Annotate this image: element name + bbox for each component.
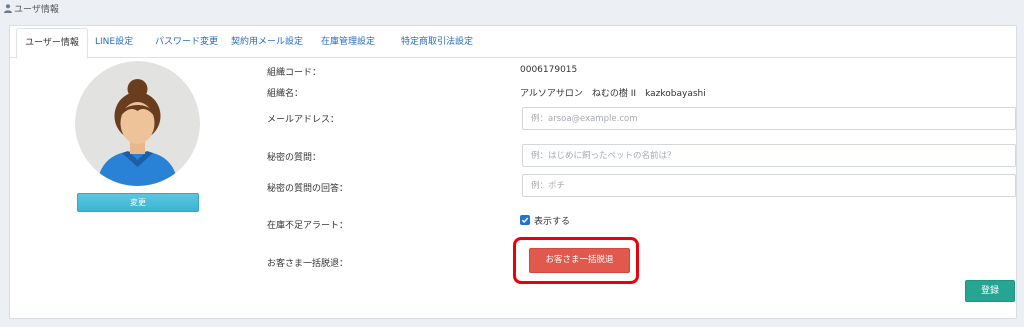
user-info-panel: ユーザー情報 LINE設定 パスワード変更 契約用メール設定 在庫管理設定 特定… (9, 25, 1017, 319)
stock-alert-checkbox[interactable] (520, 215, 530, 225)
tab-line-settings[interactable]: LINE設定 (95, 26, 133, 58)
org-name-label: 組織名： (267, 89, 304, 99)
tab-password-change[interactable]: パスワード変更 (155, 26, 218, 58)
checkmark-icon (521, 217, 529, 224)
user-icon (4, 3, 12, 13)
register-button[interactable]: 登録 (965, 280, 1015, 302)
email-label: メールアドレス： (267, 115, 340, 125)
bulk-withdraw-button[interactable]: お客さま一括脱退 (529, 248, 630, 273)
org-name-value: アルソアサロン ねむの樹 II kazkobayashi (520, 89, 706, 99)
tab-bar: ユーザー情報 LINE設定 パスワード変更 契約用メール設定 在庫管理設定 特定… (10, 26, 1016, 59)
stock-alert-checkbox-label[interactable]: 表示する (534, 214, 570, 227)
secret-question-field[interactable] (522, 144, 1016, 167)
tab-inventory-settings[interactable]: 在庫管理設定 (321, 26, 375, 58)
email-field[interactable] (522, 107, 1016, 130)
secret-question-label: 秘密の質問： (267, 153, 322, 163)
secret-answer-label: 秘密の質問の回答： (267, 184, 349, 194)
org-code-value: 0006179015 (520, 65, 578, 75)
tab-user-info[interactable]: ユーザー情報 (16, 28, 88, 59)
tab-commerce-law[interactable]: 特定商取引法設定 (401, 26, 473, 58)
avatar-icon (75, 61, 200, 186)
secret-answer-field[interactable] (522, 174, 1016, 197)
bulk-withdraw-label: お客さま一括脱退： (267, 259, 349, 269)
change-avatar-button[interactable]: 変更 (77, 193, 199, 212)
page-header: ユーザ情報 (0, 0, 1024, 16)
stock-alert-label: 在庫不足アラート： (267, 221, 349, 231)
org-code-label: 組織コード： (267, 68, 322, 78)
tab-contract-email[interactable]: 契約用メール設定 (231, 26, 303, 58)
page-title: ユーザ情報 (14, 4, 59, 15)
